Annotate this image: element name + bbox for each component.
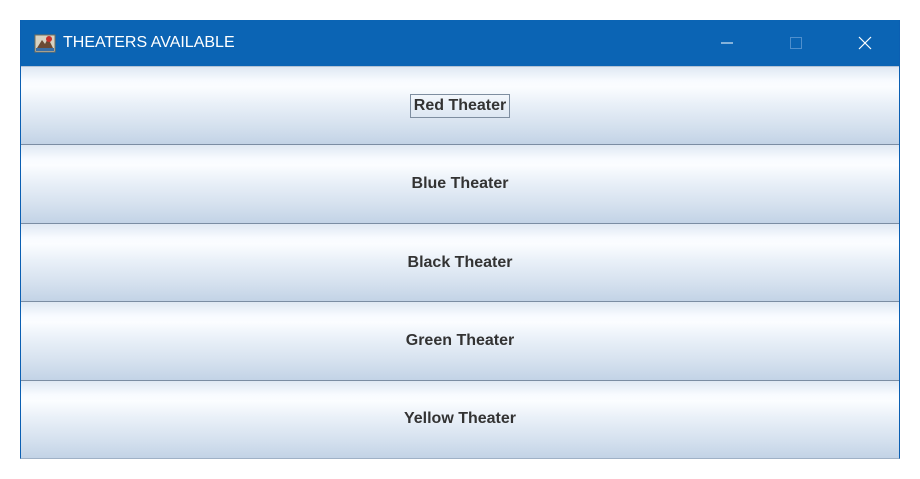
blue-theater-button[interactable]: Blue Theater — [21, 144, 899, 223]
yellow-theater-button[interactable]: Yellow Theater — [21, 379, 899, 459]
window-title: THEATERS AVAILABLE — [63, 34, 235, 51]
theater-list: Red Theater Blue Theater Black Theater G… — [21, 66, 899, 459]
close-icon — [858, 36, 871, 50]
maximize-button[interactable] — [761, 20, 830, 66]
maximize-icon — [789, 37, 802, 49]
theaters-window: THEATERS AVAILABLE Red Theater Blue Thea… — [20, 20, 900, 459]
green-theater-label: Green Theater — [405, 331, 515, 349]
green-theater-button[interactable]: Green Theater — [21, 301, 899, 380]
red-theater-label: Red Theater — [409, 93, 511, 118]
close-button[interactable] — [830, 20, 899, 66]
minimize-button[interactable] — [692, 20, 761, 66]
java-app-icon[interactable] — [34, 32, 56, 54]
window-controls — [692, 20, 899, 66]
yellow-theater-label: Yellow Theater — [403, 410, 517, 428]
red-theater-button[interactable]: Red Theater — [21, 66, 899, 145]
title-bar[interactable]: THEATERS AVAILABLE — [21, 20, 899, 66]
black-theater-label: Black Theater — [407, 253, 513, 271]
blue-theater-label: Blue Theater — [411, 175, 509, 193]
black-theater-button[interactable]: Black Theater — [21, 222, 899, 302]
minimize-icon — [720, 42, 733, 44]
